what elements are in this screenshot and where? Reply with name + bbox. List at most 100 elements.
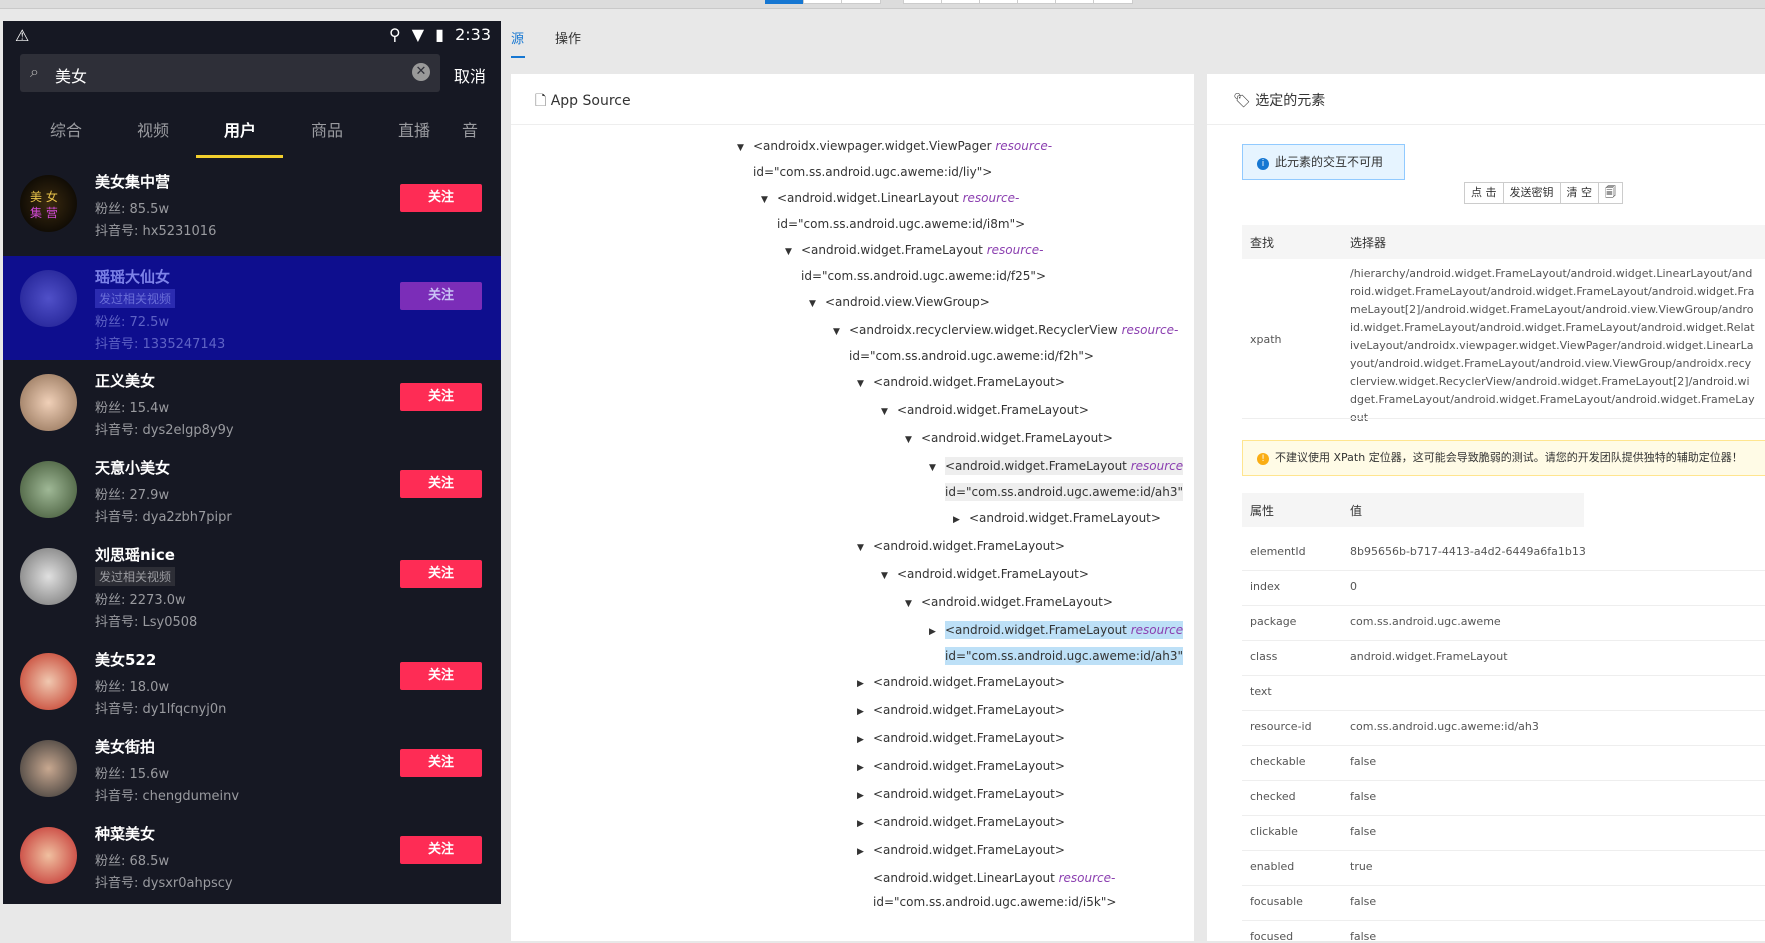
toolbar-tab[interactable]	[803, 0, 843, 4]
expand-arrow-icon[interactable]: ▶	[857, 700, 873, 724]
tree-node[interactable]: ▶ <android.widget.FrameLayout resource id=…	[929, 618, 1184, 668]
collapse-arrow-icon[interactable]: ▼	[857, 372, 873, 396]
list-item-selected[interactable]: 瑶瑶大仙女 发过相关视频 粉丝: 72.5w 抖音号: 1335247143 关…	[3, 256, 501, 360]
tree-node[interactable]: ▶ <android.widget.FrameLayout>	[857, 726, 1065, 752]
tab-goods[interactable]: 商品	[283, 117, 371, 141]
tab-source[interactable]: 源	[511, 28, 524, 47]
tree-node[interactable]: ▼ <androidx.viewpager.widget.ViewPager re…	[737, 134, 1052, 184]
collapse-arrow-icon[interactable]: ▼	[929, 456, 945, 480]
attribute-value[interactable]: false	[1350, 825, 1376, 838]
tree-node[interactable]: ▼ <android.view.ViewGroup>	[809, 290, 990, 316]
collapse-arrow-icon[interactable]: ▼	[737, 136, 753, 160]
follow-button[interactable]: 关注	[400, 282, 482, 310]
tree-node[interactable]: ▶ <android.widget.FrameLayout>	[857, 782, 1065, 808]
tab-users[interactable]: 用户	[196, 117, 284, 141]
expand-arrow-icon[interactable]: ▶	[857, 784, 873, 808]
search-input[interactable]: ⌕ 美女 ✕	[20, 54, 440, 92]
attribute-value[interactable]: com.ss.android.ugc.aweme	[1350, 615, 1501, 628]
collapse-arrow-icon[interactable]: ▼	[857, 536, 873, 560]
toolbar-tab[interactable]	[903, 0, 943, 4]
toolbar-tab[interactable]	[979, 0, 1019, 4]
tree-node[interactable]: ▼ <android.widget.FrameLayout>	[905, 426, 1113, 452]
toolbar-tab[interactable]	[1055, 0, 1095, 4]
tree-node[interactable]: ▼ <android.widget.FrameLayout>	[905, 590, 1113, 616]
collapse-arrow-icon[interactable]: ▼	[785, 240, 801, 264]
collapse-arrow-icon[interactable]: ▼	[833, 320, 849, 344]
follow-button[interactable]: 关注	[400, 662, 482, 690]
tree-node[interactable]: <android.widget.LinearLayout resource-id…	[857, 866, 1116, 914]
expand-arrow-icon[interactable]: ▶	[857, 812, 873, 836]
expand-arrow-icon[interactable]: ▶	[929, 620, 945, 644]
tab-comprehensive[interactable]: 综合	[22, 117, 110, 141]
send-keys-button[interactable]: 发送密钥	[1502, 182, 1561, 204]
expand-arrow-icon[interactable]: ▶	[857, 672, 873, 696]
tap-button[interactable]: 点 击	[1464, 182, 1504, 204]
tree-node[interactable]: ▼ <android.widget.FrameLayout>	[881, 398, 1089, 424]
tree-node[interactable]: ▼ <android.widget.FrameLayout resource-id…	[785, 238, 1046, 288]
tab-live[interactable]: 直播	[370, 117, 458, 141]
tree-node[interactable]: ▼ <android.widget.FrameLayout>	[881, 562, 1089, 588]
list-item[interactable]: 美女街拍 粉丝: 15.6w 抖音号: chengdumeinv 关注	[3, 726, 501, 813]
tree-node[interactable]: ▼ <androidx.recyclerview.widget.RecyclerV…	[833, 318, 1178, 368]
tab-video[interactable]: 视频	[109, 117, 197, 141]
expand-arrow-icon[interactable]: ▶	[857, 756, 873, 780]
follow-button[interactable]: 关注	[400, 560, 482, 588]
toolbar-tab[interactable]	[1017, 0, 1057, 4]
tree-node[interactable]: ▶ <android.widget.FrameLayout>	[857, 670, 1065, 696]
cancel-button[interactable]: 取消	[454, 63, 486, 87]
collapse-arrow-icon[interactable]: ▼	[761, 188, 777, 212]
tree-node[interactable]: ▶ <android.widget.FrameLayout>	[857, 754, 1065, 780]
follow-button[interactable]: 关注	[400, 749, 482, 777]
list-item[interactable]: 种菜美女 粉丝: 68.5w 抖音号: dysxr0ahpscy 关注	[3, 813, 501, 900]
tree-node[interactable]: ▼ <android.widget.FrameLayout>	[857, 534, 1065, 560]
list-item[interactable]: 正义美女 粉丝: 15.4w 抖音号: dys2elgp8y9y 关注	[3, 360, 501, 447]
collapse-arrow-icon[interactable]: ▼	[809, 292, 825, 316]
copy-icon[interactable]: 🗐	[1598, 182, 1623, 204]
tree-node[interactable]: ▶ <android.widget.FrameLayout>	[857, 838, 1065, 864]
tree-node[interactable]: ▶ <android.widget.FrameLayout>	[857, 698, 1065, 724]
tree-node[interactable]: ▶ <android.widget.FrameLayout>	[953, 506, 1161, 532]
toolbar-tab[interactable]	[841, 0, 881, 4]
collapse-arrow-icon[interactable]: ▼	[905, 428, 921, 452]
collapse-arrow-icon[interactable]: ▼	[881, 400, 897, 424]
list-item[interactable]: 美 女集 营 美女集中营 粉丝: 85.5w 抖音号: hx5231016 关注	[3, 161, 501, 248]
collapse-arrow-icon[interactable]: ▼	[881, 564, 897, 588]
collapse-arrow-icon[interactable]: ▼	[905, 592, 921, 616]
expand-arrow-icon[interactable]: ▶	[857, 840, 873, 864]
tab-actions[interactable]: 操作	[555, 28, 581, 47]
attribute-value[interactable]: false	[1350, 755, 1376, 768]
list-item[interactable]: 刘思瑶nice 发过相关视频 粉丝: 2273.0w 抖音号: Lsy0508 …	[3, 534, 501, 638]
follow-button[interactable]: 关注	[400, 470, 482, 498]
follow-button[interactable]: 关注	[400, 184, 482, 212]
attribute-value[interactable]: 0	[1350, 580, 1357, 593]
expand-arrow-icon[interactable]: ▶	[857, 728, 873, 752]
toolbar-tab-active[interactable]	[765, 0, 805, 4]
toolbar-tab[interactable]	[1093, 0, 1133, 4]
xpath-value[interactable]: /hierarchy/android.widget.FrameLayout/an…	[1350, 265, 1755, 427]
clear-icon[interactable]: ✕	[412, 63, 430, 81]
tree-node-attr: resource-	[1058, 871, 1116, 885]
tree-node[interactable]: ▼ <android.widget.FrameLayout>	[857, 370, 1065, 396]
divider	[1242, 815, 1765, 816]
attribute-value[interactable]: false	[1350, 895, 1376, 908]
divider	[1242, 885, 1765, 886]
attribute-value[interactable]: false	[1350, 790, 1376, 803]
user-fans: 粉丝: 68.5w	[95, 854, 170, 869]
attribute-value[interactable]: false	[1350, 930, 1376, 943]
follow-button[interactable]: 关注	[400, 836, 482, 864]
list-item[interactable]: 天意小美女 粉丝: 27.9w 抖音号: dya2zbh7pipr 关注	[3, 447, 501, 534]
device-screenshot[interactable]: ⚠ ⚲ ▼ ▮ 2:33 ⌕ 美女 ✕ 取消 综合 视频 用户 商品 直播 音 …	[3, 21, 501, 904]
tree-node[interactable]: ▼ <android.widget.LinearLayout resource-i…	[761, 186, 1025, 236]
attribute-value[interactable]: android.widget.FrameLayout	[1350, 650, 1508, 663]
tab-music[interactable]: 音	[450, 117, 490, 141]
follow-button[interactable]: 关注	[400, 383, 482, 411]
tree-node[interactable]: ▶ <android.widget.FrameLayout>	[857, 810, 1065, 836]
clear-button[interactable]: 清 空	[1559, 182, 1599, 204]
attribute-value[interactable]: 8b95656b-b717-4413-a4d2-6449a6fa1b13	[1350, 545, 1586, 558]
tree-node[interactable]: ▼ <android.widget.FrameLayout resource id=…	[929, 454, 1184, 504]
expand-arrow-icon[interactable]: ▶	[953, 508, 969, 532]
attribute-value[interactable]: true	[1350, 860, 1373, 873]
attribute-value[interactable]: com.ss.android.ugc.aweme:id/ah3	[1350, 720, 1539, 733]
toolbar-tab[interactable]	[941, 0, 981, 4]
list-item[interactable]: 美女522 粉丝: 18.0w 抖音号: dy1lfqcnyj0n 关注	[3, 639, 501, 726]
